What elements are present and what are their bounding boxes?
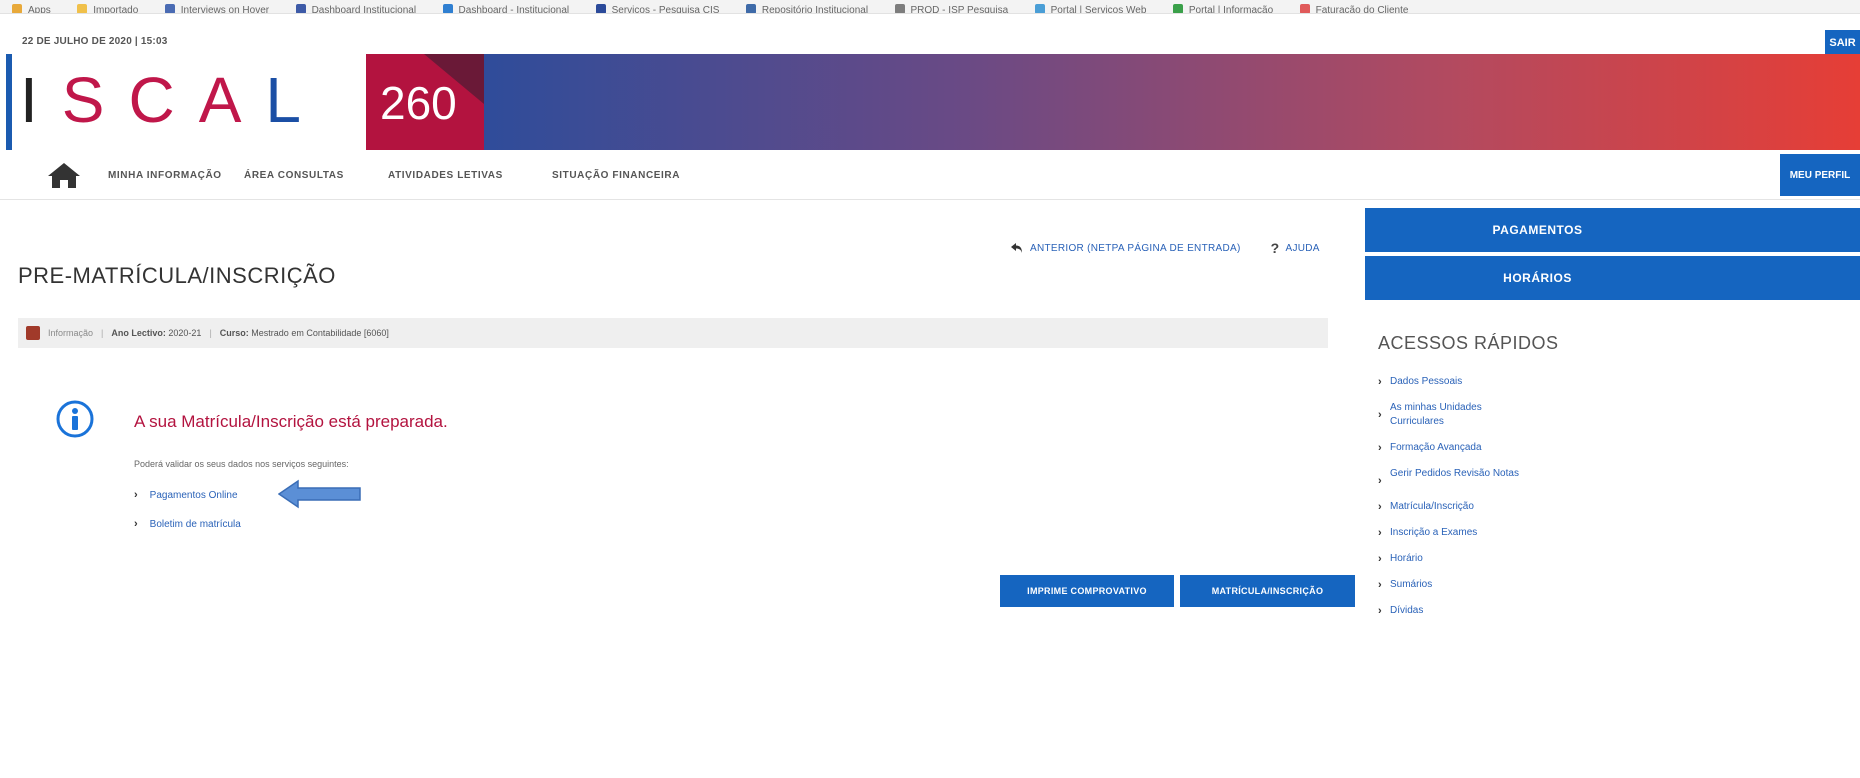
logo-accent-bar: [6, 54, 12, 150]
iscal-logo[interactable]: I S C A L: [20, 60, 301, 140]
quick-link-label: Inscrição a Exames: [1390, 527, 1478, 538]
bookmark-item[interactable]: Importado: [77, 4, 138, 13]
print-receipt-button[interactable]: IMPRIME COMPROVATIVO: [1000, 575, 1174, 607]
quick-link-label: Horário: [1390, 553, 1423, 564]
schedules-button-label: HORÁRIOS: [1503, 271, 1572, 285]
chevron-right-icon: ›: [1378, 475, 1382, 487]
header-banner: [484, 54, 1860, 150]
quick-link-matricula[interactable]: › Matrícula/Inscrição: [1378, 500, 1528, 514]
nav-item-minha-informacao[interactable]: MINHA INFORMAÇÃO: [108, 170, 222, 181]
course-value: Mestrado em Contabilidade [6060]: [251, 328, 389, 338]
year-value: 2020-21: [168, 328, 202, 338]
chevron-right-icon: ›: [134, 489, 138, 501]
logo-letter: A: [198, 64, 242, 136]
quick-link-label: Dívidas: [1390, 605, 1424, 616]
quick-link-unidades-curriculares[interactable]: › As minhas Unidades Curriculares: [1378, 401, 1528, 429]
quick-link-label: Gerir Pedidos Revisão Notas: [1390, 468, 1519, 479]
profile-button[interactable]: MEU PERFIL: [1780, 154, 1860, 196]
quick-link-dividas[interactable]: › Dívidas: [1378, 604, 1528, 618]
chevron-right-icon: ›: [1378, 605, 1382, 617]
info-image-icon: [26, 326, 40, 340]
quick-link-formacao-avancada[interactable]: › Formação Avançada: [1378, 441, 1528, 455]
quick-link-sumarios[interactable]: › Sumários: [1378, 578, 1528, 592]
quick-link-label: Matrícula/Inscrição: [1390, 501, 1474, 512]
bookmark-item[interactable]: Apps: [12, 4, 51, 13]
quick-access-list: › Dados Pessoais › As minhas Unidades Curr…: [1378, 375, 1528, 630]
chevron-right-icon: ›: [1378, 409, 1382, 421]
enrollment-bulletin-link[interactable]: › Boletim de matrícula: [134, 518, 241, 530]
chevron-right-icon: ›: [1378, 527, 1382, 539]
logo-letter: L: [265, 64, 301, 136]
nav-item-area-consultas[interactable]: ÁREA CONSULTAS: [244, 170, 344, 181]
year-label: Ano Lectivo:: [111, 328, 166, 338]
online-payments-link[interactable]: › Pagamentos Online: [134, 489, 238, 501]
bookmark-item[interactable]: Portal | Informação: [1173, 4, 1273, 13]
bookmark-item[interactable]: Dashboard Institucional: [296, 4, 417, 13]
browser-bookmarks-bar: Apps Importado Interviews on Hover Dashb…: [0, 0, 1860, 14]
logout-button[interactable]: SAIR: [1825, 30, 1860, 56]
bookmark-item[interactable]: Portal | Serviços Web: [1035, 4, 1147, 13]
bookmark-item[interactable]: Repositório Institucional: [746, 4, 868, 13]
chevron-right-icon: ›: [1378, 376, 1382, 388]
info-bar: Informação | Ano Lectivo: 2020-21 | Curs…: [18, 318, 1328, 348]
home-icon[interactable]: [46, 161, 82, 189]
chevron-right-icon: ›: [134, 518, 138, 530]
chevron-right-icon: ›: [1378, 579, 1382, 591]
chevron-right-icon: ›: [1378, 553, 1382, 565]
bookmark-item[interactable]: Serviços - Pesquisa CIS: [596, 4, 720, 13]
page-title: PRE-MATRÍCULA/INSCRIÇÃO: [18, 263, 336, 288]
left-arrow-annotation: [278, 479, 361, 509]
quick-access-title: ACESSOS RÁPIDOS: [1378, 333, 1559, 353]
bookmark-item[interactable]: Interviews on Hover: [165, 4, 269, 13]
logo-letter: I: [20, 64, 38, 136]
quick-link-horario[interactable]: › Horário: [1378, 552, 1528, 566]
bookmark-item[interactable]: Dashboard - Institucional: [443, 4, 570, 13]
chevron-right-icon: ›: [1378, 501, 1382, 513]
quick-link-label: Dados Pessoais: [1390, 376, 1463, 387]
quick-link-pedidos-revisao[interactable]: › Gerir Pedidos Revisão Notas: [1378, 467, 1528, 488]
logo-260-badge: 260: [366, 54, 484, 150]
back-link[interactable]: ANTERIOR (NETPA PÁGINA DE ENTRADA): [1030, 243, 1241, 254]
quick-link-label: Sumários: [1390, 579, 1433, 590]
course-label: Curso:: [219, 328, 249, 338]
chevron-right-icon: ›: [1378, 442, 1382, 454]
page-toolbar: ANTERIOR (NETPA PÁGINA DE ENTRADA) ? AJU…: [1010, 240, 1320, 256]
status-message-subtitle: Poderá validar os seus dados nos serviço…: [134, 459, 349, 469]
bookmark-item[interactable]: PROD - ISP Pesquisa: [895, 4, 1009, 13]
main-nav: MINHA INFORMAÇÃO ÁREA CONSULTAS ATIVIDAD…: [0, 150, 1860, 200]
nav-item-atividades-letivas[interactable]: ATIVIDADES LETIVAS: [388, 170, 503, 181]
schedules-button[interactable]: HORÁRIOS: [1365, 256, 1860, 300]
payments-button[interactable]: PAGAMENTOS: [1365, 208, 1860, 252]
bookmark-item[interactable]: Faturação do Cliente: [1300, 4, 1409, 13]
online-payments-label: Pagamentos Online: [149, 489, 238, 501]
quick-link-dados-pessoais[interactable]: › Dados Pessoais: [1378, 375, 1528, 389]
date-time: 22 DE JULHO DE 2020 | 15:03: [22, 36, 168, 47]
logo-letter: C: [128, 64, 175, 136]
quick-link-label: Formação Avançada: [1390, 442, 1482, 453]
back-arrow-icon: [1011, 243, 1022, 253]
status-message-title: A sua Matrícula/Inscrição está preparada…: [134, 412, 448, 431]
help-link[interactable]: AJUDA: [1285, 243, 1319, 254]
nav-item-situacao-financeira[interactable]: SITUAÇÃO FINANCEIRA: [552, 170, 680, 181]
quick-link-label: As minhas Unidades Curriculares: [1390, 402, 1482, 427]
enrollment-bulletin-label: Boletim de matrícula: [149, 518, 241, 530]
logo-letter: S: [61, 64, 105, 136]
info-icon: [56, 400, 94, 438]
logo-badge-text: 260: [380, 77, 457, 129]
quick-link-exames[interactable]: › Inscrição a Exames: [1378, 526, 1528, 540]
enrollment-button[interactable]: MATRÍCULA/INSCRIÇÃO: [1180, 575, 1355, 607]
payments-button-label: PAGAMENTOS: [1492, 223, 1583, 237]
info-label: Informação: [48, 328, 94, 338]
help-icon: ?: [1270, 240, 1280, 256]
